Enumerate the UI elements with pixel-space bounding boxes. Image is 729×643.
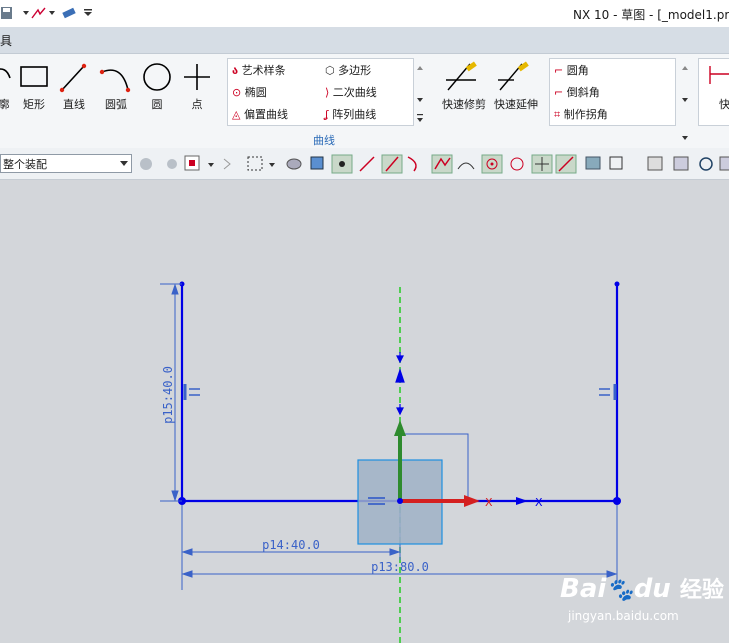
ellipse-icon: ⊙ [232, 86, 242, 99]
more-icon[interactable] [80, 4, 98, 22]
window-title: NX 10 - 草图 - [_model1.pr [573, 8, 729, 22]
sketch-origin[interactable] [397, 498, 403, 504]
intersection-icon[interactable] [457, 162, 475, 170]
eraser-icon[interactable] [60, 4, 78, 22]
midpoint-icon[interactable] [381, 154, 403, 174]
polygon-item[interactable]: ⬡ 多边形 [325, 62, 371, 78]
corner-bottom-right[interactable] [613, 497, 621, 505]
title-bar: NX 10 - 草图 - [_model1.pr [0, 0, 729, 27]
center-icon[interactable] [481, 154, 503, 174]
view-icon[interactable] [585, 156, 601, 170]
selection-toolbar: 整个装配 [0, 148, 729, 180]
assembly-scope-select[interactable]: 整个装配 [0, 154, 132, 173]
fillet-item[interactable]: ⌐ 圆角 [554, 62, 589, 78]
line-snap-icon[interactable] [359, 156, 375, 172]
select-type-icon[interactable] [184, 155, 200, 171]
snap-icon[interactable] [167, 159, 177, 169]
gallery-scroll-icon[interactable] [415, 64, 425, 124]
quick-dimension-icon [709, 66, 729, 84]
existing-point-icon[interactable] [531, 154, 553, 174]
curve-snap-icon[interactable] [407, 156, 417, 172]
ribbon: 廓 矩形 直线 圆弧 圆 点 ა 艺术样条 ⊙ 椭圆 ◬ 偏置曲线 ⬡ 多边形 … [0, 54, 729, 149]
circle-icon [143, 63, 171, 91]
polygon-icon: ⬡ [325, 64, 335, 77]
chamfer-icon: ⌐ [554, 86, 564, 99]
solid-icon[interactable] [310, 156, 324, 170]
y-axis-arrowhead [394, 420, 406, 436]
zoom-icon[interactable] [647, 156, 663, 171]
fit-icon[interactable] [719, 156, 729, 171]
point-snap-icon[interactable] [223, 158, 231, 170]
save-icon[interactable] [0, 4, 18, 22]
shape-icon[interactable] [286, 158, 302, 170]
conic-icon: ⟩ [325, 86, 330, 99]
menu-tools[interactable]: 具 [0, 32, 12, 49]
corner-scroll-icon[interactable] [680, 64, 690, 142]
conic-item[interactable]: ⟩ 二次曲线 [325, 84, 377, 100]
equal-length-symbol-left [183, 384, 200, 400]
x-axis-arrowhead [464, 495, 480, 507]
art-spline-item[interactable]: ა 艺术样条 [232, 62, 286, 78]
pattern-curve-item[interactable]: ʆ 阵列曲线 [325, 106, 376, 122]
window-select-icon[interactable] [247, 156, 263, 171]
rectangle-icon [20, 66, 48, 87]
spline-snap-icon[interactable] [431, 154, 453, 174]
refresh-icon[interactable] [699, 157, 713, 171]
pattern-curve-icon: ʆ [325, 108, 329, 121]
offset-curve-item[interactable]: ◬ 偏置曲线 [232, 106, 288, 122]
quick-extend-icon [498, 61, 529, 91]
ellipse-item[interactable]: ⊙ 椭圆 [232, 84, 267, 100]
offset-curve-icon: ◬ [232, 108, 241, 121]
pan-icon[interactable] [673, 156, 689, 171]
dimension-p13-label[interactable]: p13:80.0 [371, 560, 429, 574]
watermark-brand: Bai🐾du 经验 [560, 574, 724, 604]
fillet-icon: ⌐ [554, 64, 564, 77]
quadrant-icon[interactable] [510, 157, 524, 171]
equal-length-symbol-right [599, 384, 617, 400]
menu-bar: 具 [0, 27, 729, 54]
end-point-icon[interactable] [331, 154, 353, 174]
point-icon [184, 64, 210, 90]
curve-group-title: 曲线 [313, 134, 335, 147]
endpoint-top-right[interactable] [614, 281, 620, 287]
filter-icon[interactable] [140, 158, 152, 170]
x-direction-hint [516, 497, 528, 505]
line-icon [59, 63, 87, 93]
x-direction-label: X [535, 496, 543, 509]
watermark-url: jingyan.baidu.com [568, 609, 679, 623]
make-corner-item[interactable]: ⌗ 制作拐角 [554, 106, 608, 122]
x-axis-label: X [485, 496, 493, 509]
dimension-p15-label[interactable]: p15:40.0 [161, 366, 175, 424]
quick-trim-icon [446, 61, 477, 91]
dimension-p14-label[interactable]: p14:40.0 [262, 538, 320, 552]
art-spline-icon: ა [232, 64, 239, 77]
point-on-curve-icon[interactable] [555, 154, 577, 174]
selection-icons-strip [140, 154, 729, 174]
paw-icon: 🐾 [606, 578, 634, 603]
arc-icon [99, 69, 131, 93]
grid-icon[interactable] [609, 156, 623, 170]
make-corner-icon: ⌗ [554, 108, 561, 121]
chevron-down-icon [120, 161, 128, 166]
chamfer-item[interactable]: ⌐ 倒斜角 [554, 84, 600, 100]
